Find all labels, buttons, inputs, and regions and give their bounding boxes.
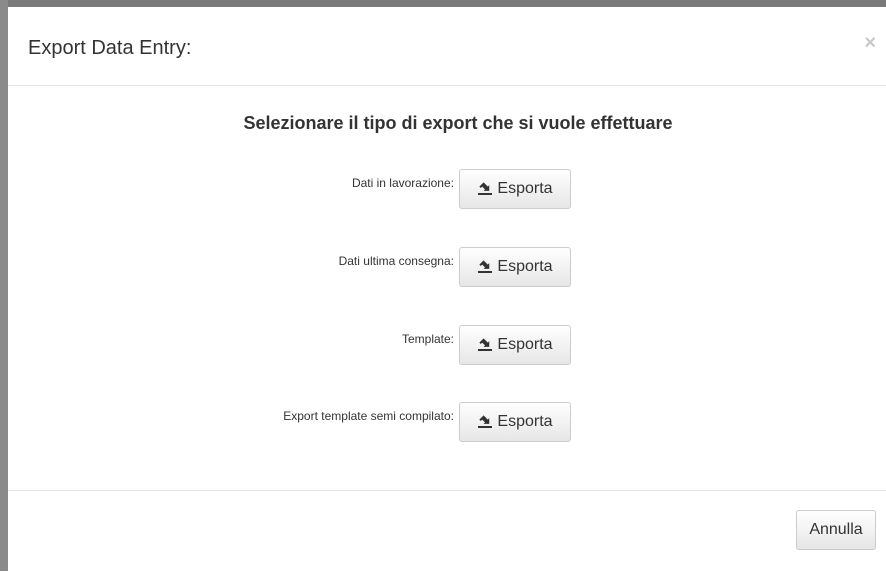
background-overlay-top <box>0 0 886 7</box>
cancel-button[interactable]: Annulla <box>796 510 876 550</box>
modal-footer: Annulla <box>8 490 886 572</box>
export-button-template[interactable]: Esporta <box>459 325 571 365</box>
export-row-template-semi-compilato: Export template semi compilato: Esporta <box>8 402 886 446</box>
export-row-template: Template: Esporta <box>8 325 886 369</box>
export-row-dati-lavorazione: Dati in lavorazione: Esporta <box>8 169 886 213</box>
modal-body: Selezionare il tipo di export che si vuo… <box>8 86 886 490</box>
row-label: Dati ultima consegna: <box>338 254 454 268</box>
export-icon <box>478 182 493 195</box>
export-button-template-semi-compilato[interactable]: Esporta <box>459 402 571 442</box>
row-label: Dati in lavorazione: <box>351 176 454 190</box>
modal-title: Export Data Entry: <box>28 37 192 59</box>
export-modal: Export Data Entry: × Selezionare il tipo… <box>8 7 886 571</box>
export-button-dati-consegna[interactable]: Esporta <box>459 247 571 287</box>
export-button-label: Esporta <box>497 336 553 353</box>
row-label: Template: <box>401 332 454 346</box>
modal-header: Export Data Entry: × <box>8 7 886 86</box>
close-icon[interactable]: × <box>864 33 876 53</box>
export-button-label: Esporta <box>497 413 553 430</box>
background-overlay-left <box>0 0 8 571</box>
row-label: Export template semi compilato: <box>283 409 454 423</box>
export-button-label: Esporta <box>497 258 553 275</box>
body-heading: Selezionare il tipo di export che si vuo… <box>243 113 673 133</box>
export-icon <box>478 338 493 351</box>
export-button-label: Esporta <box>497 180 553 197</box>
export-row-dati-consegna: Dati ultima consegna: Esporta <box>8 247 886 291</box>
export-icon <box>478 415 493 428</box>
export-icon <box>478 260 493 273</box>
export-button-dati-lavorazione[interactable]: Esporta <box>459 169 571 209</box>
